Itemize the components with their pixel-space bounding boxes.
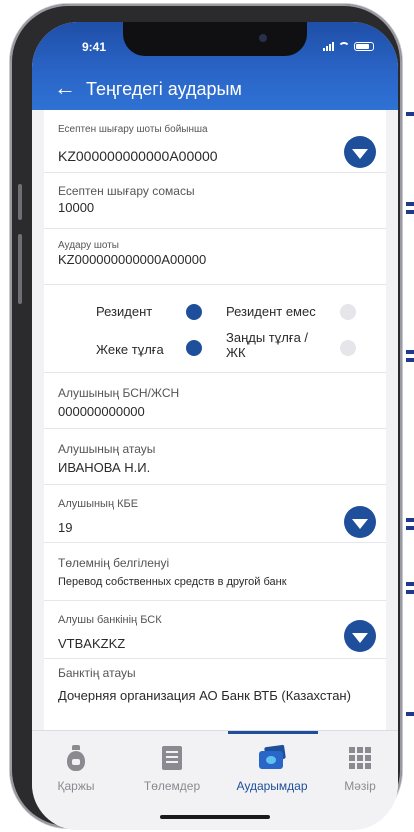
edge-mark — [406, 518, 414, 522]
field-label: Алушы банкінің БСК — [58, 614, 162, 626]
recipient-kbe-select[interactable]: Алушының КБЕ 19 — [44, 484, 386, 543]
camera — [259, 34, 267, 42]
field-label: Алушының КБЕ — [58, 498, 139, 510]
tab-label: Төлемдер — [143, 779, 201, 793]
field-label: Алушының БСН/ЖСН — [58, 386, 180, 400]
active-tab-indicator — [228, 731, 318, 734]
radio-resident[interactable] — [186, 304, 202, 320]
field-value: VTBAKZKZ — [58, 636, 126, 651]
dropdown-button[interactable] — [344, 506, 376, 538]
tab-label: Қаржы — [57, 779, 95, 793]
chevron-down-icon — [352, 632, 368, 643]
back-arrow-icon[interactable]: ← — [54, 77, 76, 99]
header: 9:41 ← Теңгедегі аударым — [32, 22, 398, 110]
field-value: Перевод собственных средств в другой бан… — [58, 576, 287, 588]
radio-label-non-resident: Резидент емес — [226, 304, 316, 319]
debit-account-select[interactable]: Есептен шығару шоты бойынша KZ0000000000… — [44, 110, 386, 173]
field-label: Алушының атауы — [58, 442, 156, 456]
field-label: Банктің атауы — [58, 666, 136, 680]
transfer-account-field[interactable]: Аудару шоты KZ000000000000A00000 — [44, 228, 386, 285]
dropdown-button[interactable] — [344, 620, 376, 652]
dropdown-button[interactable] — [344, 136, 376, 168]
transfer-card-icon — [257, 743, 287, 773]
edge-mark — [406, 358, 414, 362]
tab-transfers[interactable]: Аударымдар — [232, 743, 312, 793]
recipient-name-field[interactable]: Алушының атауы ИВАНОВА Н.И. — [44, 428, 386, 485]
edge-mark — [406, 526, 414, 530]
field-value: 10000 — [58, 200, 95, 215]
field-label: Аудару шоты — [58, 240, 119, 251]
radio-groups: Резидент Резидент емес Жеке тұлға Заңды … — [44, 284, 386, 373]
battery-icon — [354, 41, 374, 51]
amount-field[interactable]: Есептен шығару сомасы 10000 — [44, 172, 386, 229]
edge-mark — [406, 210, 414, 214]
recipient-bin-field[interactable]: Алушының БСН/ЖСН 000000000000 — [44, 372, 386, 429]
menu-grid-icon — [345, 743, 375, 773]
phone-frame: 9:41 ← Теңгедегі аударым Есептен шығару … — [10, 4, 402, 830]
tab-menu[interactable]: Мәзір — [320, 743, 398, 793]
field-value: ИВАНОВА Н.И. — [58, 460, 151, 475]
chevron-down-icon — [352, 148, 368, 159]
wifi-icon — [338, 41, 350, 51]
field-value: 000000000000 — [58, 404, 145, 419]
side-button — [18, 184, 22, 220]
edge-mark — [406, 590, 414, 594]
recipient-bank-bic-select[interactable]: Алушы банкінің БСК VTBAKZKZ — [44, 600, 386, 659]
page-title: Теңгедегі аударым — [86, 79, 242, 99]
edge-mark — [406, 712, 414, 716]
home-indicator[interactable] — [160, 815, 270, 819]
status-icons — [323, 41, 374, 51]
radio-legal-entity[interactable] — [340, 340, 356, 356]
radio-label-individual: Жеке тұлға — [96, 342, 164, 357]
screen: 9:41 ← Теңгедегі аударым Есептен шығару … — [32, 22, 398, 830]
edge-mark — [406, 202, 414, 206]
edge-mark — [406, 350, 414, 354]
side-button — [18, 234, 22, 304]
field-value: KZ000000000000A00000 — [58, 252, 207, 267]
edge-mark — [406, 582, 414, 586]
radio-label-resident: Резидент — [96, 304, 153, 319]
field-value: 19 — [58, 520, 73, 535]
tab-label: Мәзір — [344, 779, 376, 793]
money-bag-icon — [61, 743, 91, 773]
transfer-form: Есептен шығару шоты бойынша KZ0000000000… — [44, 110, 386, 730]
radio-label-legal-entity: Заңды тұлға / ЖК — [226, 330, 309, 360]
radio-non-resident[interactable] — [340, 304, 356, 320]
signal-icon — [323, 41, 334, 51]
field-label: Төлемнің белгіленуі — [58, 556, 170, 570]
payment-purpose-field[interactable]: Төлемнің белгіленуі Перевод собственных … — [44, 542, 386, 601]
chevron-down-icon — [352, 518, 368, 529]
edge-mark — [406, 112, 414, 116]
status-time: 9:41 — [82, 40, 107, 54]
field-label: Есептен шығару сомасы — [58, 184, 195, 198]
notch — [123, 22, 307, 56]
tab-payments[interactable]: Төлемдер — [132, 743, 212, 793]
tab-label: Аударымдар — [236, 779, 308, 793]
payments-list-icon — [157, 743, 187, 773]
field-value: KZ000000000000A00000 — [58, 148, 218, 164]
bank-name-field: Банктің атауы Дочерняя организация АО Ба… — [44, 658, 386, 730]
radio-individual[interactable] — [186, 340, 202, 356]
tab-bar: Қаржы Төлемдер Аударымдар Мәзір — [32, 730, 398, 830]
field-value: Дочерняя организация АО Банк ВТБ (Казахс… — [58, 688, 351, 703]
tab-finance[interactable]: Қаржы — [36, 743, 116, 793]
field-label: Есептен шығару шоты бойынша — [58, 124, 208, 135]
